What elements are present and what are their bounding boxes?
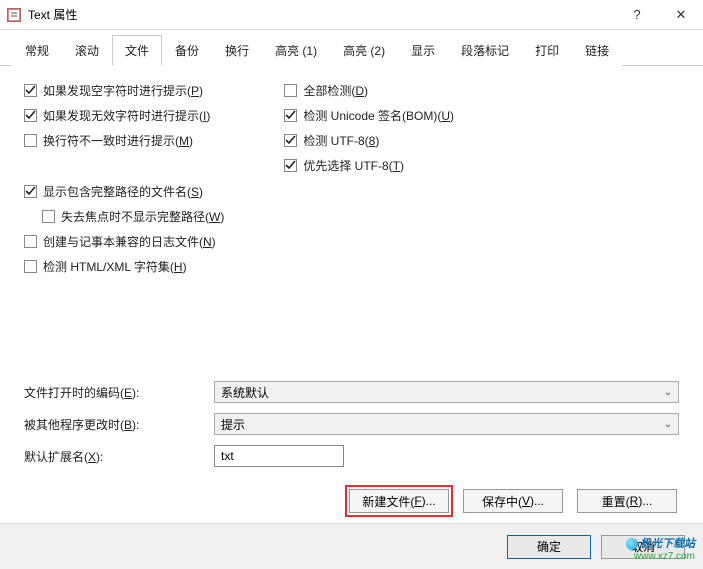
check-fullpath[interactable]: 显示包含完整路径的文件名(S) [24, 183, 224, 200]
checkbox-icon[interactable] [24, 134, 37, 147]
close-button[interactable]: ✕ [659, 0, 703, 30]
checkbox-icon[interactable] [24, 185, 37, 198]
action-row: 新建文件(F)... 保存中(V)... 重置(R)... [24, 489, 679, 513]
checkbox-icon[interactable] [42, 210, 55, 223]
check-label: 检测 Unicode 签名(BOM)(U) [303, 107, 454, 124]
ok-button[interactable]: 确定 [507, 535, 591, 559]
checkbox-icon[interactable] [24, 235, 37, 248]
tab-content: 如果发现空字符时进行提示(P) 如果发现无效字符时进行提示(I) 换行符不一致时… [0, 66, 703, 523]
saving-button[interactable]: 保存中(V)... [463, 489, 563, 513]
check-label: 优先选择 UTF-8(T) [303, 157, 404, 174]
left-checks: 如果发现空字符时进行提示(P) 如果发现无效字符时进行提示(I) 换行符不一致时… [24, 82, 224, 275]
chevron-down-icon: ⌄ [664, 387, 672, 398]
row-default-ext: 默认扩展名(X): [24, 445, 679, 467]
label-modified: 被其他程序更改时(B): [24, 416, 204, 433]
tab-file[interactable]: 文件 [112, 35, 162, 66]
row-encoding: 文件打开时的编码(E): 系统默认 ⌄ [24, 381, 679, 403]
check-detect-bom[interactable]: 检测 Unicode 签名(BOM)(U) [284, 107, 454, 124]
check-label: 失去焦点时不显示完整路径(W) [61, 208, 224, 225]
tab-scroll[interactable]: 滚动 [62, 35, 112, 66]
label-encoding: 文件打开时的编码(E): [24, 384, 204, 401]
checkbox-icon[interactable] [24, 84, 37, 97]
label-default-ext: 默认扩展名(X): [24, 448, 204, 465]
check-null-char[interactable]: 如果发现空字符时进行提示(P) [24, 82, 224, 99]
select-value: 系统默认 [221, 384, 269, 401]
check-html-xml-charset[interactable]: 检测 HTML/XML 字符集(H) [24, 258, 224, 275]
checkbox-icon[interactable] [284, 159, 297, 172]
tab-display[interactable]: 显示 [398, 35, 448, 66]
check-detect-utf8[interactable]: 检测 UTF-8(8) [284, 132, 454, 149]
check-label: 全部检测(D) [303, 82, 368, 99]
tab-highlight2[interactable]: 高亮 (2) [330, 35, 398, 66]
select-modified[interactable]: 提示 ⌄ [214, 413, 679, 435]
reset-button[interactable]: 重置(R)... [577, 489, 677, 513]
check-label: 创建与记事本兼容的日志文件(N) [43, 233, 216, 250]
check-hide-fullpath-unfocus[interactable]: 失去焦点时不显示完整路径(W) [42, 208, 224, 225]
checkbox-icon[interactable] [24, 109, 37, 122]
tab-wrap[interactable]: 换行 [212, 35, 262, 66]
check-lineend-mismatch[interactable]: 换行符不一致时进行提示(M) [24, 132, 224, 149]
check-label: 如果发现无效字符时进行提示(I) [43, 107, 210, 124]
check-prefer-utf8[interactable]: 优先选择 UTF-8(T) [284, 157, 454, 174]
cancel-button[interactable]: 取消 [601, 535, 685, 559]
new-file-button[interactable]: 新建文件(F)... [349, 489, 449, 513]
checkbox-area: 如果发现空字符时进行提示(P) 如果发现无效字符时进行提示(I) 换行符不一致时… [24, 82, 679, 275]
tabstrip: 常规 滚动 文件 备份 换行 高亮 (1) 高亮 (2) 显示 段落标记 打印 … [0, 30, 703, 66]
check-label: 换行符不一致时进行提示(M) [43, 132, 193, 149]
tab-link[interactable]: 链接 [572, 35, 622, 66]
check-notepad-log[interactable]: 创建与记事本兼容的日志文件(N) [24, 233, 224, 250]
right-checks: 全部检测(D) 检测 Unicode 签名(BOM)(U) 检测 UTF-8(8… [284, 82, 454, 275]
input-default-ext[interactable] [214, 445, 344, 467]
tab-backup[interactable]: 备份 [162, 35, 212, 66]
check-label: 如果发现空字符时进行提示(P) [43, 82, 203, 99]
app-icon [6, 7, 22, 23]
help-button[interactable]: ? [615, 0, 659, 30]
check-label: 检测 UTF-8(8) [303, 132, 379, 149]
checkbox-icon[interactable] [24, 260, 37, 273]
check-invalid-char[interactable]: 如果发现无效字符时进行提示(I) [24, 107, 224, 124]
check-label: 显示包含完整路径的文件名(S) [43, 183, 203, 200]
chevron-down-icon: ⌄ [664, 419, 672, 430]
checkbox-icon[interactable] [284, 84, 297, 97]
checkbox-icon[interactable] [284, 134, 297, 147]
tab-print[interactable]: 打印 [522, 35, 572, 66]
row-modified: 被其他程序更改时(B): 提示 ⌄ [24, 413, 679, 435]
dialog-footer: 确定 取消 [0, 523, 703, 569]
select-encoding[interactable]: 系统默认 ⌄ [214, 381, 679, 403]
tab-highlight1[interactable]: 高亮 (1) [262, 35, 330, 66]
form-rows: 文件打开时的编码(E): 系统默认 ⌄ 被其他程序更改时(B): 提示 ⌄ 默认… [24, 381, 679, 467]
titlebar: Text 属性 ? ✕ [0, 0, 703, 30]
check-detect-all[interactable]: 全部检测(D) [284, 82, 454, 99]
checkbox-icon[interactable] [284, 109, 297, 122]
window-title: Text 属性 [28, 6, 615, 23]
tab-general[interactable]: 常规 [12, 35, 62, 66]
check-label: 检测 HTML/XML 字符集(H) [43, 258, 187, 275]
select-value: 提示 [221, 416, 245, 433]
tab-marks[interactable]: 段落标记 [448, 35, 522, 66]
